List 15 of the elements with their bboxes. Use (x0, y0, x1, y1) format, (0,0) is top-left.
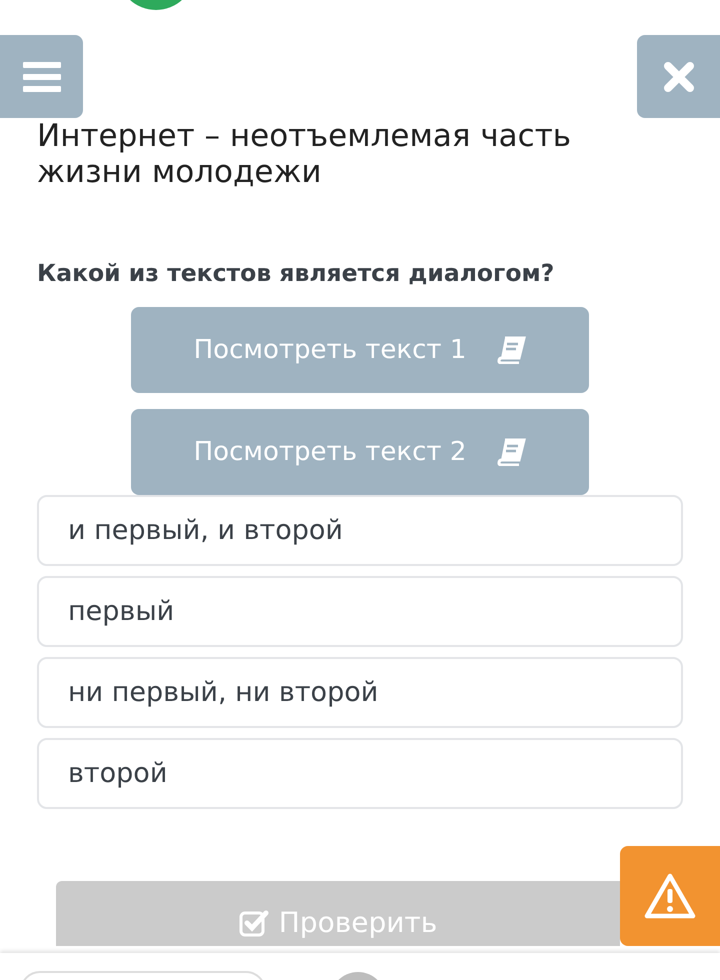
answer-option[interactable]: первый (37, 576, 683, 648)
answer-option[interactable]: второй (37, 738, 683, 810)
book-icon (496, 336, 526, 364)
menu-icon (22, 60, 60, 92)
close-button[interactable] (637, 35, 720, 118)
answer-option[interactable]: ни первый, ни второй (37, 657, 683, 728)
lesson-title: Интернет – неотъемлемая часть жизни молодежи (37, 118, 572, 190)
close-icon (662, 60, 694, 92)
book-icon (496, 438, 526, 466)
warning-icon (644, 873, 696, 920)
report-button[interactable] (620, 846, 720, 946)
menu-button[interactable] (0, 35, 83, 118)
answer-option[interactable]: и первый, и второй (37, 495, 683, 566)
checkbox-icon (238, 909, 269, 938)
question-text: Какой из текстов является диалогом? (37, 258, 556, 289)
